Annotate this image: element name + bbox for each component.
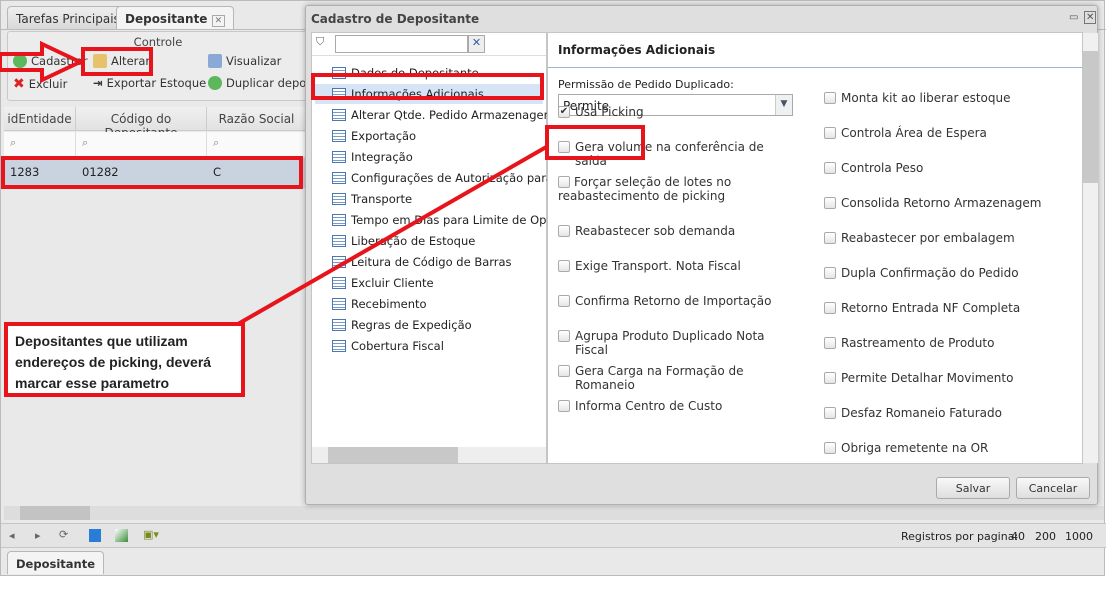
annotation-arrows xyxy=(0,40,549,326)
arrow-icon xyxy=(0,40,85,84)
annotation-callout: Depositantes que utilizam endereços de p… xyxy=(4,322,245,397)
pointer-line xyxy=(237,144,549,326)
